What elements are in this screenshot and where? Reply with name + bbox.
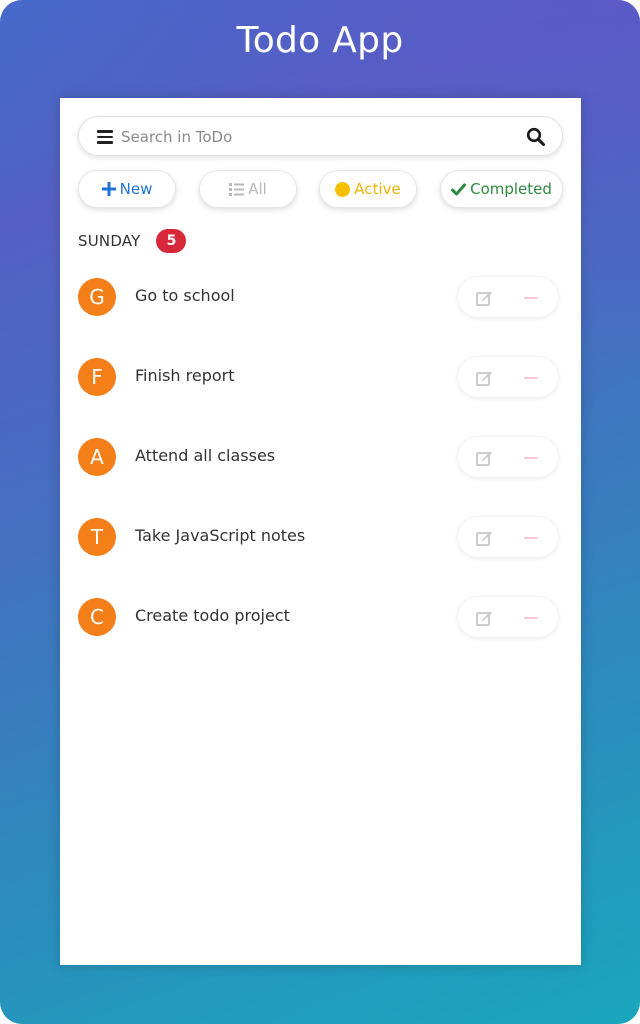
todo-count-badge: 5 [156, 229, 187, 253]
minus-icon[interactable] [518, 527, 544, 549]
minus-icon[interactable] [518, 367, 544, 389]
avatar: T [78, 518, 116, 556]
todo-actions [457, 516, 559, 558]
todo-item: F Finish report [78, 356, 563, 436]
search-icon[interactable] [526, 127, 546, 147]
edit-icon[interactable] [472, 367, 498, 389]
active-filter-label: Active [354, 180, 401, 198]
edit-icon[interactable] [472, 447, 498, 469]
minus-icon[interactable] [518, 287, 544, 309]
todo-item: G Go to school [78, 276, 563, 356]
todo-item: A Attend all classes [78, 436, 563, 516]
todo-text: Take JavaScript notes [135, 526, 306, 545]
day-header: SUNDAY 5 [78, 228, 187, 254]
list-icon [229, 182, 245, 196]
completed-filter-button[interactable]: Completed [440, 170, 563, 208]
all-filter-label: All [248, 180, 267, 198]
todo-text: Finish report [135, 366, 235, 385]
todo-text: Attend all classes [135, 446, 276, 465]
plus-icon [101, 182, 116, 196]
menu-icon[interactable] [97, 130, 113, 144]
search-input[interactable] [121, 125, 511, 149]
active-filter-button[interactable]: Active [319, 170, 417, 208]
check-icon [451, 183, 467, 196]
todo-actions [457, 276, 559, 318]
todo-actions [457, 356, 559, 398]
new-button[interactable]: New [78, 170, 176, 208]
todo-item: T Take JavaScript notes [78, 516, 563, 596]
todo-list: G Go to school F Finish report A Attend … [78, 276, 563, 676]
avatar: C [78, 598, 116, 636]
all-filter-button[interactable]: All [199, 170, 297, 208]
edit-icon[interactable] [472, 287, 498, 309]
todo-actions [457, 596, 559, 638]
minus-icon[interactable] [518, 607, 544, 629]
todo-text: Go to school [135, 286, 235, 305]
todo-text: Create todo project [135, 606, 290, 625]
app-title: Todo App [236, 20, 404, 61]
todo-item: C Create todo project [78, 596, 563, 676]
edit-icon[interactable] [472, 607, 498, 629]
minus-icon[interactable] [518, 447, 544, 469]
completed-filter-label: Completed [470, 180, 552, 198]
edit-icon[interactable] [472, 527, 498, 549]
filter-bar: New All Active Completed [78, 170, 563, 208]
avatar: G [78, 278, 116, 316]
avatar: A [78, 438, 116, 476]
todo-card: New All Active Completed SUNDAY 5 [60, 98, 581, 965]
todo-actions [457, 436, 559, 478]
new-button-label: New [119, 180, 153, 198]
circle-icon [335, 181, 351, 197]
search-bar [78, 116, 563, 156]
day-label: SUNDAY [78, 232, 141, 250]
avatar: F [78, 358, 116, 396]
